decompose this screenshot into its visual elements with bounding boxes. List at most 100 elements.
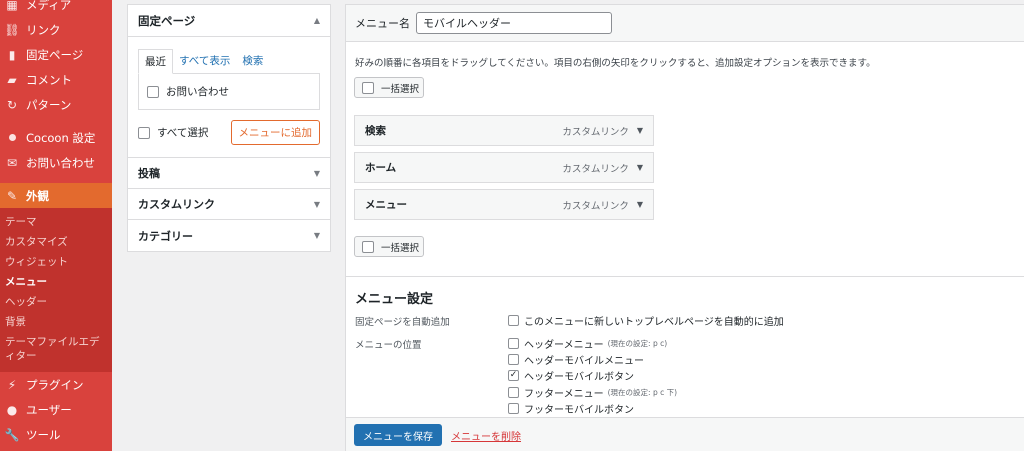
auto-add-option[interactable]: このメニューに新しいトップレベルページを自動的に追加 [508,313,784,328]
sidebar-item-label: お問い合わせ [26,155,95,170]
custom-links-accordion-title: カスタムリンク [138,198,215,211]
location-option-label: ヘッダーモバイルメニュー [524,356,644,367]
user-icon: ● [6,402,18,417]
location-checkbox[interactable] [508,338,519,349]
chevron-down-icon: ▼ [313,168,320,178]
menu-footer: メニューを保存 メニューを削除 [346,417,1024,451]
menu-item-title: 検索 [365,125,386,137]
submenu-item-header[interactable]: ヘッダー [0,292,112,312]
auto-add-option-label: このメニューに新しいトップレベルページを自動的に追加 [524,317,784,328]
sidebar-item-label: プラグイン [26,377,84,392]
tab-search[interactable]: 検索 [236,49,269,73]
bulk-select-label: 一括選択 [381,83,420,95]
menu-item-title: メニュー [365,199,407,211]
location-option-label: フッターモバイルボタン [524,405,634,416]
bulk-select-label: 一括選択 [381,242,420,254]
bulk-select-checkbox[interactable] [362,81,374,94]
tab-view-all[interactable]: すべて表示 [173,49,236,73]
tab-recent[interactable]: 最近 [138,49,173,74]
media-icon: ▦ [6,0,18,12]
posts-accordion-header[interactable]: 投稿 ▼ [128,158,330,189]
sidebar-item-comments[interactable]: ▰ コメント [0,67,112,92]
location-option[interactable]: ヘッダーメニュー (現在の設定: p c) [508,336,667,351]
sidebar-item-links[interactable]: ⛓ リンク [0,17,112,42]
submenu-item-theme-editor[interactable]: テーマファイルエディター [0,332,112,366]
sidebar-item-label: パターン [26,97,72,112]
menu-item[interactable]: ホーム カスタムリンク ▼ [354,152,654,183]
location-option[interactable]: ヘッダーモバイルメニュー [508,352,644,367]
menu-name-input[interactable]: モバイルヘッダー [416,12,612,34]
sidebar-item-media[interactable]: ▦ メディア [0,0,112,17]
sidebar-item-cocoon[interactable]: Cocoon 設定 [0,125,112,150]
page-icon: ▮ [8,47,16,62]
chevron-down-icon: ▼ [313,231,320,240]
auto-add-checkbox[interactable] [508,315,519,326]
sidebar-item-pages[interactable]: ▮ 固定ページ [0,42,112,67]
menu-item[interactable]: メニュー カスタムリンク ▼ [354,189,654,220]
menu-item[interactable]: 検索 カスタムリンク ▼ [354,115,654,146]
location-option-label: ヘッダーモバイルボタン [524,372,634,383]
location-checkbox-checked[interactable]: ✓ [508,370,519,381]
menu-settings-title: メニュー設定 [355,292,434,307]
submenu-item-themes[interactable]: テーマ [0,212,112,232]
wrench-icon: 🔧 [4,427,20,442]
submenu-item-menus[interactable]: メニュー [0,272,112,292]
select-all-label: すべて選択 [157,127,209,139]
drag-instructions: 好みの順番に各項目をドラッグしてください。項目の右側の矢印をクリックすると、追加… [355,58,876,69]
select-all-checkbox[interactable] [138,126,150,139]
mail-icon: ✉ [6,155,18,170]
chevron-down-icon[interactable]: ▼ [637,163,643,172]
submenu-item-customize[interactable]: カスタマイズ [0,232,112,252]
categories-accordion-header[interactable]: カテゴリー ▼ [128,220,330,251]
chevron-up-icon: ▲ [313,16,320,25]
delete-menu-link[interactable]: メニューを削除 [451,428,521,443]
menu-name-row: メニュー名 モバイルヘッダー [346,5,1024,42]
submenu-item-widgets[interactable]: ウィジェット [0,252,112,272]
sidebar-item-contact[interactable]: ✉ お問い合わせ [0,150,112,175]
bulk-select-checkbox[interactable] [362,240,374,253]
pages-tabs: 最近 すべて表示 検索 [138,49,320,74]
location-option[interactable]: ✓ ヘッダーモバイルボタン [508,368,634,383]
menu-editor: メニュー名 モバイルヘッダー 好みの順番に各項目をドラッグしてください。項目の右… [345,4,1024,451]
plugin-icon: ⚡ [7,377,17,392]
location-checkbox[interactable] [508,354,519,365]
select-all[interactable]: すべて選択 [138,125,208,140]
section-divider [346,276,1024,277]
menu-item-type-label: カスタムリンク [562,200,629,212]
categories-accordion-title: カテゴリー [138,229,193,243]
sidebar-item-label: ユーザー [26,402,72,417]
chevron-down-icon[interactable]: ▼ [637,126,643,135]
sidebar-item-label: 固定ページ [26,47,84,62]
sidebar-item-appearance[interactable]: ✎ 外観 [0,183,112,208]
auto-add-label: 固定ページを自動追加 [355,317,450,328]
submenu-item-background[interactable]: 背景 [0,312,112,332]
save-menu-button[interactable]: メニューを保存 [354,424,442,446]
admin-sidebar: ▦ メディア ⛓ リンク ▮ 固定ページ ▰ コメント ↻ パターン Cocoon 設定 … [0,0,112,451]
menu-item-type-label: カスタムリンク [562,126,629,138]
sidebar-item-users[interactable]: ● ユーザー [0,397,112,422]
menu-item-title: ホーム [365,162,397,174]
add-to-menu-button[interactable]: メニューに追加 [230,120,320,145]
chevron-down-icon[interactable]: ▼ [637,200,643,209]
location-option[interactable]: フッターメニュー (現在の設定: p c 下) [508,385,677,400]
menu-item-type: カスタムリンク ▼ [562,198,643,212]
sidebar-item-label: コメント [26,72,72,87]
bulk-select-button-bottom[interactable]: 一括選択 [354,236,424,257]
appearance-submenu: テーマ カスタマイズ ウィジェット メニュー ヘッダー 背景 テーマファイルエデ… [0,208,112,372]
sidebar-item-tools[interactable]: 🔧 ツール [0,422,112,447]
menu-location-label: メニューの位置 [355,340,422,351]
chevron-down-icon: ▼ [313,199,320,209]
sidebar-item-patterns[interactable]: ↻ パターン [0,92,112,117]
sidebar-item-plugins[interactable]: ⚡ プラグイン [0,372,112,397]
pattern-icon: ↻ [6,97,18,112]
location-checkbox[interactable] [508,403,519,414]
add-menu-items-panel: 固定ページ ▲ 最近 すべて表示 検索 お問い合わせ すべて選択 メニューに追加… [127,4,331,252]
location-option[interactable]: フッターモバイルボタン [508,401,634,416]
location-checkbox[interactable] [508,387,519,398]
brush-icon: ✎ [6,188,18,203]
menu-item-type-label: カスタムリンク [562,163,629,175]
pages-accordion-header[interactable]: 固定ページ ▲ [128,5,330,37]
page-checkbox[interactable] [147,85,159,98]
bulk-select-button-top[interactable]: 一括選択 [354,77,424,98]
custom-links-accordion-header[interactable]: カスタムリンク ▼ [128,189,330,220]
